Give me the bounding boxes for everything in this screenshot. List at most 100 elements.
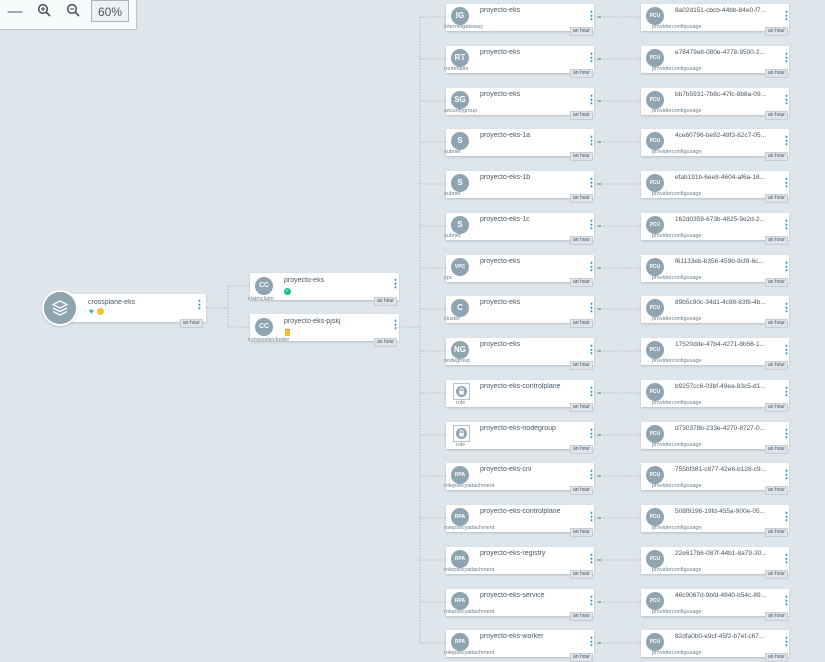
resource-menu-button[interactable]: ⋮ [586,262,597,273]
pcu-age: an hour [765,403,788,412]
providerconfigusage-node[interactable]: PCU 17520dde-47b4-4271-8b56-1... providerc… [641,338,792,370]
resource-menu-button[interactable]: ⋮ [586,11,597,22]
resource-node[interactable]: RPA proyecto-eks-service rolepolicyattachm… [444,589,597,621]
resource-age: an hour [570,27,593,36]
pcu-menu-button[interactable]: ⋮ [781,303,792,314]
pcu-name: e78479e8-080e-4778-9500-2... [675,49,765,56]
root-menu-button[interactable]: ⋮ [194,300,205,311]
composite-node[interactable]: CC proyecto-eks claimclaim ✓ ⋮ an hour [248,273,401,306]
resource-node[interactable]: Sproyecto-eks-1a subnet ⋮ an hour [444,129,597,161]
pcu-kind: providerconfigusage [652,275,702,281]
pcu-menu-button[interactable]: ⋮ [781,136,792,147]
pcu-icon: PCU [646,633,664,651]
pcu-menu-button[interactable]: ⋮ [781,429,792,440]
resource-menu-button[interactable]: ⋮ [586,95,597,106]
resource-node[interactable]: IG proyecto-eks internetgateway ⋮ an hour [444,4,597,36]
resource-node[interactable]: Sproyecto-eks-1b subnet ⋮ an hour [444,171,597,203]
pcu-menu-button[interactable]: ⋮ [781,11,792,22]
composite-icon: CC [255,318,273,336]
pcu-age: an hour [765,445,788,454]
pcu-age: an hour [765,278,788,287]
pcu-menu-button[interactable]: ⋮ [781,470,792,481]
resource-menu-button[interactable]: ⋮ [586,637,597,648]
composite-menu-button[interactable]: ⋮ [390,320,401,331]
resource-node[interactable]: RPA proyecto-eks-registry rolepolicyattach… [444,547,597,579]
pcu-icon: PCU [646,592,664,610]
pcu-menu-button[interactable]: ⋮ [781,262,792,273]
resource-node[interactable]: RPA proyecto-eks-controlplane rolepolicyat… [444,505,597,537]
resource-menu-button[interactable]: ⋮ [586,387,597,398]
resource-kind: role [456,442,466,448]
resource-node[interactable]: Cproyecto-eks cluster ⋮ an hour [444,296,597,328]
pcu-icon: PCU [646,7,664,25]
providerconfigusage-node[interactable]: PCU bb7b5931-7b8c-47fc-8b8a-09... provider… [641,88,792,120]
resource-name: proyecto-eks [480,258,521,265]
resource-menu-button[interactable]: ⋮ [586,554,597,565]
resource-menu-button[interactable]: ⋮ [586,220,597,231]
pcu-menu-button[interactable]: ⋮ [781,178,792,189]
role-icon [453,383,470,400]
resource-menu-button[interactable]: ⋮ [586,596,597,607]
resource-menu-button[interactable]: ⋮ [586,53,597,64]
resource-node[interactable]: Sproyecto-eks-1c subnet ⋮ an hour [444,213,597,245]
resource-icon: C [451,299,469,317]
providerconfigusage-node[interactable]: PCU 162d0359-673b-4825-9e2d-2... providerc… [641,213,792,245]
resource-icon: S [451,216,469,234]
providerconfigusage-node[interactable]: PCU 89b5c90c-34d1-4c98-83f8-4b... provider… [641,296,792,328]
resource-menu-button[interactable]: ⋮ [586,345,597,356]
composite-menu-button[interactable]: ⋮ [390,279,401,290]
resource-node[interactable]: proyecto-eks-nodegroup role ⋮ an hour [446,422,597,454]
resource-node[interactable]: RT proyecto-eks routetable ⋮ an hour [444,46,597,78]
resource-name: proyecto-eks [480,7,521,14]
pcu-menu-button[interactable]: ⋮ [781,554,792,565]
resource-icon: NG [451,341,469,359]
resource-menu-button[interactable]: ⋮ [586,136,597,147]
providerconfigusage-node[interactable]: PCU b9257cc6-03bf-49ea-83c5-d1... provider… [641,380,792,412]
providerconfigusage-node[interactable]: PCU f61133eb-b356-459b-9cf8-6c... provider… [641,255,792,287]
providerconfigusage-node[interactable]: PCU 4ce60796-be92-49f3-82c7-05... provider… [641,129,792,161]
pcu-menu-button[interactable]: ⋮ [781,345,792,356]
resource-menu-button[interactable]: ⋮ [586,303,597,314]
providerconfigusage-node[interactable]: PCU 82dfa0b0-e9cf-45f2-b7ef-c67... provide… [641,630,792,662]
resource-node[interactable]: proyecto-eks-controlplane role ⋮ an hour [446,380,597,412]
composite-name: proyecto-eks [284,277,325,284]
providerconfigusage-node[interactable]: PCU 46c9067d-9bfd-4940-b54c-89... provider… [641,589,792,621]
resource-menu-button[interactable]: ⋮ [586,429,597,440]
resource-node[interactable]: VPC proyecto-eks vpc ⋮ an hour [444,255,597,287]
composite-node[interactable]: CC proyecto-eks-pjskj compositecluster ⋮ an … [248,314,401,347]
pcu-menu-button[interactable]: ⋮ [781,220,792,231]
providerconfigusage-node[interactable]: PCU 755bf381-c877-42e6-b128-c9... provider… [641,463,792,495]
pcu-kind: providerconfigusage [652,609,702,615]
pcu-menu-button[interactable]: ⋮ [781,95,792,106]
resource-menu-button[interactable]: ⋮ [586,470,597,481]
pcu-age: an hour [765,319,788,328]
pcu-menu-button[interactable]: ⋮ [781,387,792,398]
pcu-menu-button[interactable]: ⋮ [781,53,792,64]
resource-node[interactable]: NG proyecto-eks nodegroup ⋮ an hour [444,338,597,370]
pcu-kind: providerconfigusage [652,191,702,197]
pcu-menu-button[interactable]: ⋮ [781,512,792,523]
pcu-name: bb7b5931-7b8c-47fc-8b8a-09... [675,91,767,98]
pcu-menu-button[interactable]: ⋮ [781,637,792,648]
resource-menu-button[interactable]: ⋮ [586,178,597,189]
resource-node[interactable]: SG proyecto-eks securitygroup ⋮ an hour [444,88,597,120]
resource-node[interactable]: RPA proyecto-eks-cni rolepolicyattachment ⋮… [444,463,597,495]
pcu-kind: providerconfigusage [652,525,702,531]
resource-age: an hour [570,612,593,621]
providerconfigusage-node[interactable]: PCU 508f9196-19fd-455a-900e-05... provider… [641,505,792,537]
providerconfigusage-node[interactable]: PCU efab191b-6ee8-4604-af6a-18... provider… [641,171,792,203]
root-node[interactable]: crossplane-eks ♥ ⋮ an hour [42,290,206,328]
resource-age: an hour [570,152,593,161]
providerconfigusage-node[interactable]: PCU 22e617b6-087f-44b1-8a79-30... provider… [641,547,792,579]
pcu-name: 4ce60796-be92-49f3-82c7-05... [675,132,767,139]
providerconfigusage-node[interactable]: PCU e78479e8-080e-4778-9500-2... providerc… [641,46,792,78]
pcu-kind: providerconfigusage [652,108,702,114]
pcu-name: b9257cc6-03bf-49ea-83c5-d1... [675,383,766,390]
resource-menu-button[interactable]: ⋮ [586,512,597,523]
providerconfigusage-node[interactable]: PCU 8a02d151-cbcb-44bb-84e0-f7... provider… [641,4,792,36]
resource-node[interactable]: RPA proyecto-eks-worker rolepolicyattachme… [444,630,597,662]
resource-age: an hour [570,111,593,120]
resource-age: an hour [570,528,593,537]
pcu-menu-button[interactable]: ⋮ [781,596,792,607]
providerconfigusage-node[interactable]: PCU d730378b-233e-4270-8727-0... providerc… [641,422,792,454]
